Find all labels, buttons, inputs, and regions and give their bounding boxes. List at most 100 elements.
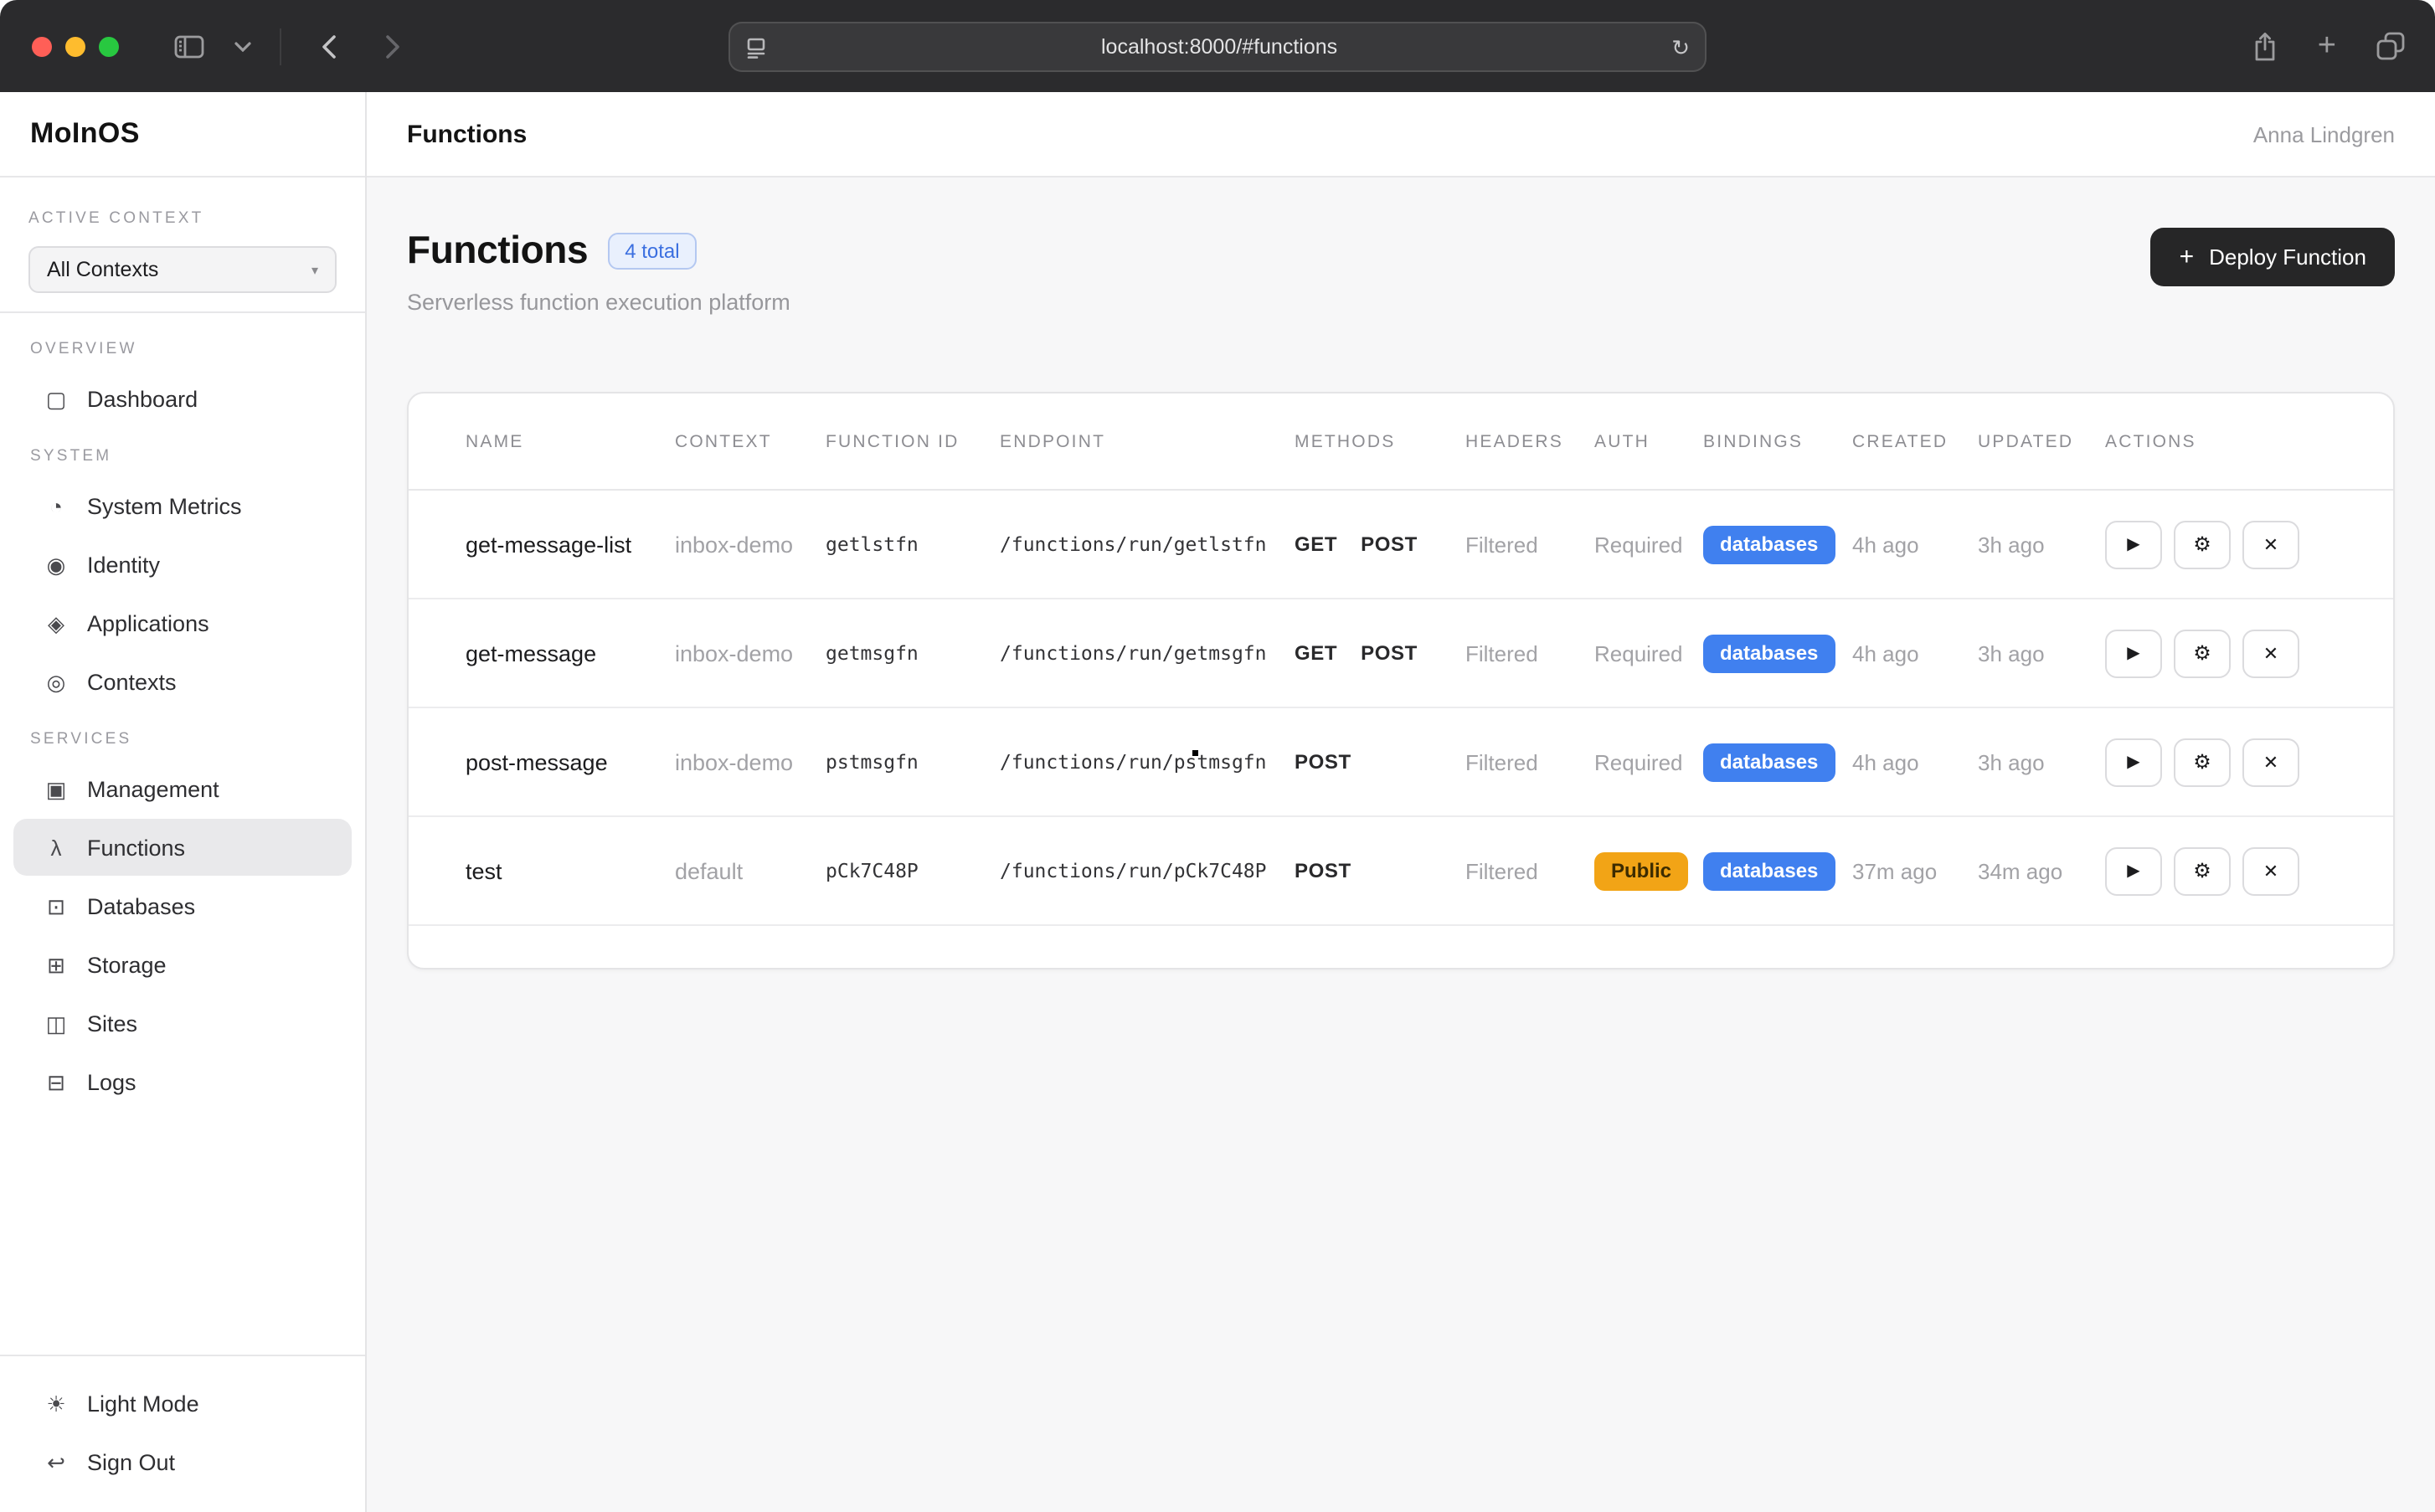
row-actions: ▶ ⚙ ✕ <box>2105 846 2343 895</box>
management-icon: ▣ <box>44 778 69 800</box>
sign-out-button[interactable]: ↩ Sign Out <box>13 1433 352 1490</box>
active-context-label: ACTIVE CONTEXT <box>28 209 204 228</box>
sidebar-item-system-metrics[interactable]: ◔ System Metrics <box>13 477 352 534</box>
column-header-endpoint: ENDPOINT <box>1000 431 1295 451</box>
table-row: test default pCk7C48P /functions/run/pCk… <box>409 817 2393 926</box>
settings-function-button[interactable]: ⚙ <box>2174 629 2231 677</box>
run-function-button[interactable]: ▶ <box>2105 738 2162 786</box>
sidebar-item-dashboard[interactable]: ▢ Dashboard <box>13 370 352 427</box>
function-endpoint: /functions/run/getmsgfn <box>1000 641 1295 665</box>
sidebar-item-storage[interactable]: ⊞ Storage <box>13 936 352 993</box>
delete-function-button[interactable]: ✕ <box>2242 846 2299 895</box>
binding-badge: databases <box>1703 634 1835 672</box>
tab-overview-icon[interactable] <box>2376 32 2405 60</box>
column-header-context: CONTEXT <box>675 431 826 451</box>
chevron-down-icon[interactable] <box>229 23 256 69</box>
sidebar-item-applications[interactable]: ◈ Applications <box>13 594 352 651</box>
function-auth: Required <box>1594 640 1703 666</box>
table-row: post-message inbox-demo pstmsgfn /functi… <box>409 708 2393 817</box>
settings-function-button[interactable]: ⚙ <box>2174 846 2231 895</box>
sidebar-item-functions[interactable]: λ Functions <box>13 819 352 876</box>
metrics-icon: ◔ <box>44 495 69 517</box>
sidebar-item-identity[interactable]: ◉ Identity <box>13 536 352 593</box>
sidebar-item-sites[interactable]: ◫ Sites <box>13 995 352 1052</box>
plus-icon: + <box>2180 243 2195 271</box>
run-function-button[interactable]: ▶ <box>2105 629 2162 677</box>
deploy-function-button[interactable]: + Deploy Function <box>2151 228 2395 286</box>
function-bindings: databases <box>1703 525 1852 563</box>
function-endpoint: /functions/run/pstmsgfn <box>1000 750 1295 774</box>
identity-icon: ◉ <box>44 553 69 575</box>
binding-badge: databases <box>1703 851 1835 890</box>
sidebar-item-management[interactable]: ▣ Management <box>13 760 352 817</box>
page-subtitle: Serverless function execution platform <box>407 290 790 315</box>
sidebar-item-databases[interactable]: ⊡ Databases <box>13 877 352 934</box>
lambda-icon: λ <box>44 836 69 858</box>
column-header-updated: UPDATED <box>1978 431 2105 451</box>
function-created: 37m ago <box>1852 858 1978 883</box>
browser-window: localhost:8000/#functions ↻ + <box>0 0 2435 1512</box>
method-label: POST <box>1361 532 1418 556</box>
delete-function-button[interactable]: ✕ <box>2242 738 2299 786</box>
function-updated: 34m ago <box>1978 858 2105 883</box>
app-logo: MoInOS <box>30 117 140 151</box>
sidebar-nav: OVERVIEW ▢ Dashboard SYSTEM ◔ System Met… <box>0 313 365 1355</box>
top-bar: Functions Anna Lindgren <box>367 92 2435 177</box>
function-endpoint: /functions/run/getlstfn <box>1000 532 1295 556</box>
reader-view-icon[interactable] <box>745 36 767 58</box>
settings-function-button[interactable]: ⚙ <box>2174 520 2231 568</box>
zoom-window-button[interactable] <box>99 36 119 56</box>
binding-badge: databases <box>1703 743 1835 781</box>
mouse-cursor <box>1192 750 1198 756</box>
share-icon[interactable] <box>2252 31 2278 61</box>
function-id: pstmsgfn <box>826 750 1000 774</box>
function-methods: POST <box>1295 859 1465 882</box>
delete-function-button[interactable]: ✕ <box>2242 629 2299 677</box>
function-created: 4h ago <box>1852 532 1978 557</box>
function-updated: 3h ago <box>1978 640 2105 666</box>
column-header-auth: AUTH <box>1594 431 1703 451</box>
function-name: get-message-list <box>466 532 675 557</box>
method-label: GET <box>1295 641 1337 665</box>
function-auth: Public <box>1594 851 1688 890</box>
function-context: inbox-demo <box>675 749 826 774</box>
function-auth: Required <box>1594 532 1703 557</box>
function-methods: GETPOST <box>1295 532 1465 556</box>
context-select[interactable]: All Contexts ▾ <box>28 246 337 293</box>
close-window-button[interactable] <box>32 36 52 56</box>
run-function-button[interactable]: ▶ <box>2105 520 2162 568</box>
sidebar: MoInOS ACTIVE CONTEXT All Contexts ▾ OVE… <box>0 92 367 1512</box>
table-row: get-message inbox-demo getmsgfn /functio… <box>409 599 2393 708</box>
sidebar-item-contexts[interactable]: ◎ Contexts <box>13 653 352 710</box>
row-actions: ▶ ⚙ ✕ <box>2105 629 2343 677</box>
reload-icon[interactable]: ↻ <box>1671 36 1690 58</box>
row-actions: ▶ ⚙ ✕ <box>2105 738 2343 786</box>
run-function-button[interactable]: ▶ <box>2105 846 2162 895</box>
back-button[interactable] <box>305 23 352 69</box>
minimize-window-button[interactable] <box>65 36 85 56</box>
section-label-system: SYSTEM <box>13 447 352 465</box>
user-name: Anna Lindgren <box>2253 121 2395 147</box>
new-tab-icon[interactable]: + <box>2318 30 2336 62</box>
forward-button[interactable] <box>368 23 415 69</box>
settings-function-button[interactable]: ⚙ <box>2174 738 2231 786</box>
function-updated: 3h ago <box>1978 532 2105 557</box>
delete-function-button[interactable]: ✕ <box>2242 520 2299 568</box>
method-label: POST <box>1361 641 1418 665</box>
url-text: localhost:8000/#functions <box>767 35 1671 59</box>
address-bar[interactable]: localhost:8000/#functions ↻ <box>728 22 1707 72</box>
select-caret-icon: ▾ <box>311 262 318 277</box>
function-methods: POST <box>1295 750 1465 774</box>
column-header-methods: METHODS <box>1295 431 1465 451</box>
function-bindings: databases <box>1703 634 1852 672</box>
sidebar-item-logs[interactable]: ⊟ Logs <box>13 1053 352 1110</box>
column-header-headers: HEADERS <box>1465 431 1594 451</box>
sun-icon: ☀ <box>44 1392 69 1414</box>
function-headers: Filtered <box>1465 749 1594 774</box>
sidebar-toggle-icon[interactable] <box>166 23 213 69</box>
light-mode-toggle[interactable]: ☀ Light Mode <box>13 1375 352 1432</box>
method-label: POST <box>1295 859 1351 882</box>
table-row: get-message-list inbox-demo getlstfn /fu… <box>409 491 2393 599</box>
function-id: pCk7C48P <box>826 859 1000 882</box>
function-id: getlstfn <box>826 532 1000 556</box>
